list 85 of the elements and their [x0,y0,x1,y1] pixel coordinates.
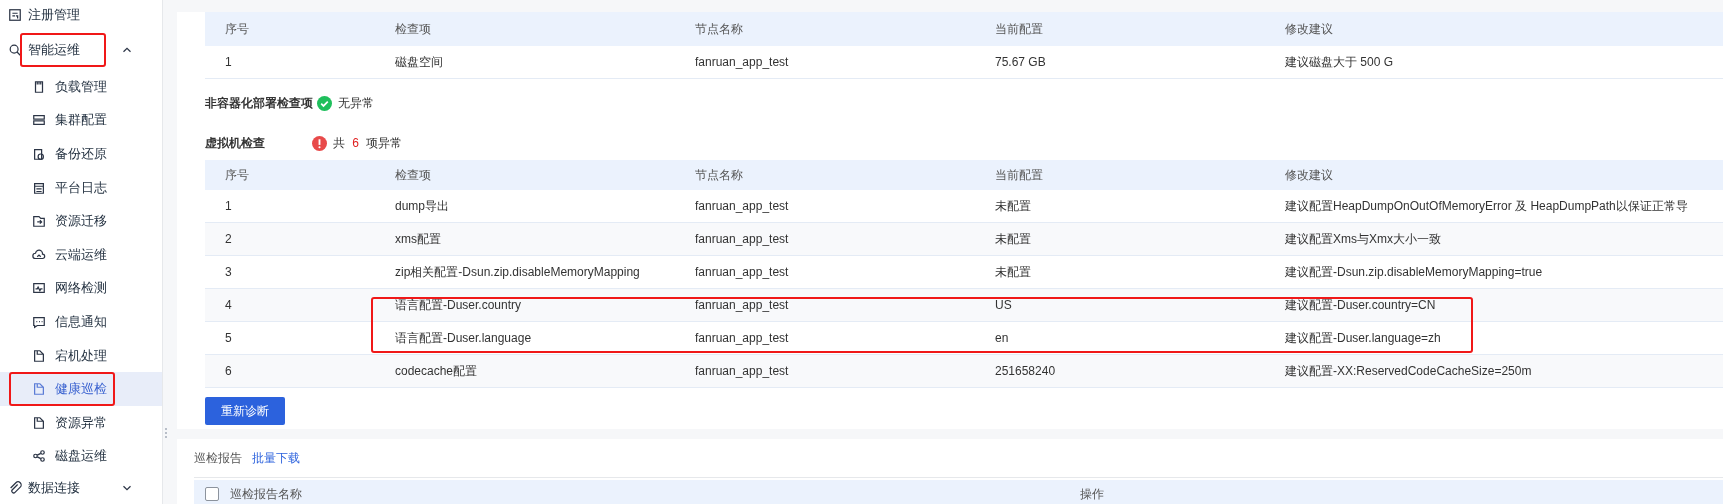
table-cell-text: 6 [224,364,232,378]
column-header: 序号 [224,166,249,184]
section-title: 非容器化部署检查项 [205,94,313,112]
table-cell-text: 1 [224,55,232,69]
status-text: 共 6 项异常 [333,134,403,152]
table-cell-text: xms配置 [394,230,441,248]
table-cell-text: 1 [224,199,232,213]
menu-item[interactable]: 注册管理 [28,6,80,24]
table-cell-text: 语言配置-Duser.country [394,296,522,314]
column-header: 节点名称 [694,20,743,38]
table-cell-text: fanruan_app_test [694,232,789,246]
menu-item[interactable]: 信息通知 [0,305,162,339]
menu-item[interactable]: 集群配置 [0,103,162,138]
table-cell-text: 建议配置Xms与Xmx大小一致 [1284,230,1441,248]
menu-item[interactable]: 宕机处理 [0,338,162,373]
column-header: 序号 [224,20,249,38]
folder-icon [32,214,46,229]
table-cell-text: dump导出 [394,197,450,215]
column-header: 当前配置 [994,166,1043,184]
table-cell-text: 建议磁盘大于 500 G [1284,53,1394,71]
column-header: 当前配置 [994,20,1043,38]
message-icon [32,314,46,329]
table-cell-text: 建议配置-XX:ReservedCodeCacheSize=250m [1284,362,1532,380]
table-cell-text: fanruan_app_test [694,298,789,312]
rediagnose-button[interactable]: 重新诊断 [205,397,285,425]
column-header: 巡检报告名称 [230,485,303,503]
table-cell-text: 未配置 [994,197,1031,215]
section-title: 虚拟机检查 [205,134,266,152]
form-icon [8,8,22,22]
menu-item[interactable]: 磁盘运维 [0,439,162,474]
column-header: 修改建议 [1284,20,1333,38]
table-cell-text: zip相关配置-Dsun.zip.disableMemoryMapping [394,263,640,281]
status-text: 无异常 [338,94,374,112]
table-cell-text: 建议配置-Duser.country=CN [1284,296,1436,314]
table-cell-text: 2 [224,232,232,246]
table-cell-text: fanruan_app_test [694,331,789,345]
column-header: 检查项 [394,20,431,38]
card-icon [32,79,46,94]
table-cell-text: 建议配置HeapDumpOnOutOfMemoryError 及 HeapDumpPath以保证正常导 [1284,197,1688,215]
document-icon [32,147,46,161]
section-title: 巡检报告 [194,449,242,467]
table-cell-text: 磁盘空间 [394,53,443,71]
table-cell-text: 5 [224,331,232,345]
column-header: 修改建议 [1284,166,1333,184]
menu-item[interactable]: 资源异常 [0,405,162,440]
menu-item[interactable]: 平台日志 [0,170,162,205]
table-cell-text: fanruan_app_test [694,55,789,69]
share-icon [32,449,46,464]
server-icon [32,113,46,128]
download-link[interactable]: 批量下载 [252,449,300,467]
table-cell-text: US [994,298,1012,312]
document-icon [32,415,46,430]
column-header: 检查项 [394,166,431,184]
table-cell-text: fanruan_app_test [694,199,789,213]
menu-item[interactable]: 智能运维 [28,41,80,59]
table-cell-text: 4 [224,298,232,312]
checkbox[interactable] [205,487,219,501]
menu-item[interactable]: 网络检测 [0,271,162,306]
drag-handle-icon[interactable] [165,428,169,438]
document-icon [32,382,46,397]
menu-item[interactable]: 资源迁移 [0,204,162,238]
table-cell-text: 251658240 [994,364,1056,378]
table-cell-text: fanruan_app_test [694,265,789,279]
calendar-icon [32,180,46,195]
column-header: 节点名称 [694,166,743,184]
table-cell-text: 未配置 [994,263,1031,281]
cloud-icon [32,247,46,262]
menu-item[interactable]: 云端运维 [0,237,162,272]
monitor-icon [32,281,46,296]
table-cell-text: 语言配置-Duser.language [394,329,532,347]
table-cell-text: 建议配置-Duser.language=zh [1284,329,1441,347]
table-cell-text: fanruan_app_test [694,364,789,378]
column-header: 操作 [1080,485,1104,503]
menu-item[interactable]: 负载管理 [0,70,162,104]
document-icon [32,348,46,363]
table-cell-text: codecache配置 [394,362,478,380]
table-cell-text: 建议配置-Dsun.zip.disableMemoryMapping=true [1284,263,1543,281]
menu-item[interactable]: 健康巡检 [0,372,162,406]
paperclip-icon [8,481,22,496]
table-cell-text: 3 [224,265,232,279]
table-cell-text: 75.67 GB [994,55,1046,69]
table-cell-text: en [994,331,1009,345]
menu-item[interactable]: 数据连接 [28,479,80,498]
menu-item[interactable]: 备份还原 [0,137,162,171]
table-cell-text: 未配置 [994,230,1031,248]
